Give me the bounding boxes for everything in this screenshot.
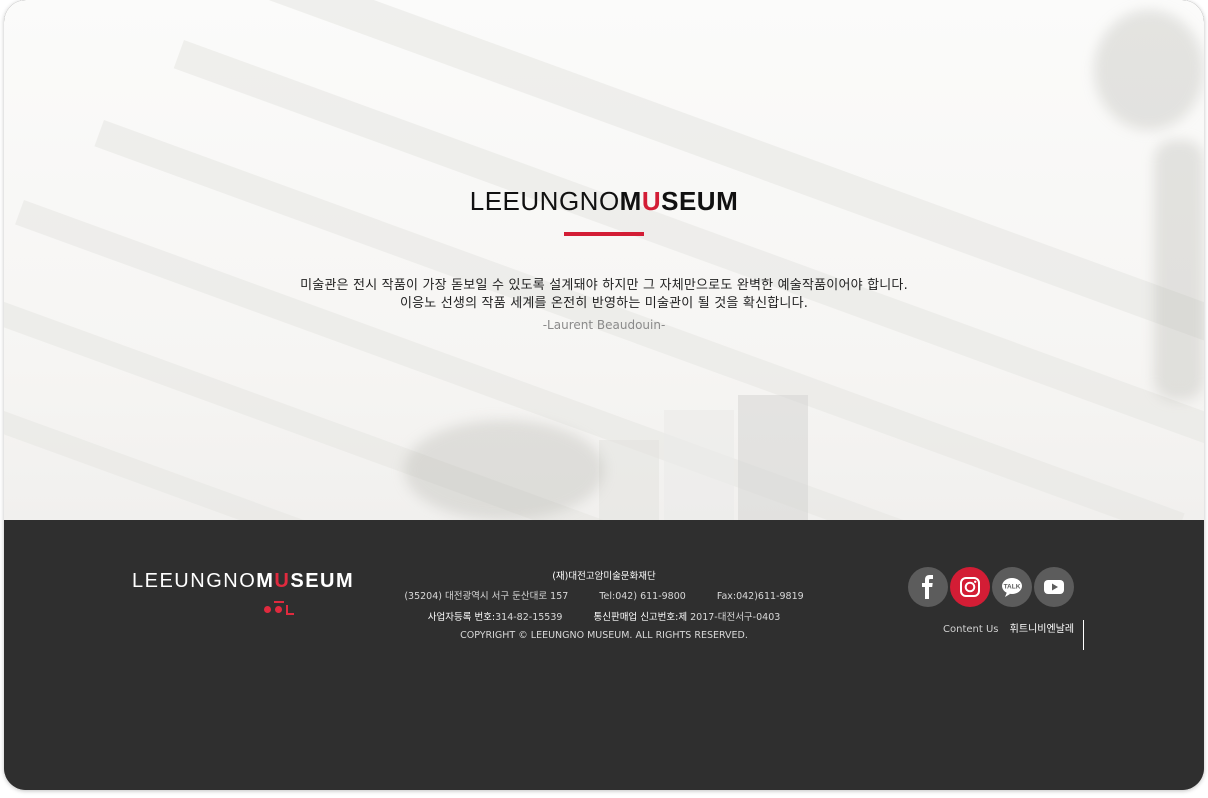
quote-author: -Laurent Beaudouin- xyxy=(542,318,666,332)
bg-building xyxy=(664,410,734,520)
instagram-icon xyxy=(960,577,980,597)
hero-divider xyxy=(564,232,644,236)
kakaotalk-icon: TALK xyxy=(1002,578,1022,597)
contact-us-link[interactable]: Content Us xyxy=(943,624,998,635)
facebook-button[interactable] xyxy=(908,567,948,607)
hero-logo-part3: U xyxy=(641,186,662,216)
footer-fax: Fax:042)611-9819 xyxy=(716,591,804,602)
footer-mailorder-label: 통신판매업 신고번호:제 xyxy=(593,612,691,623)
youtube-icon xyxy=(1044,580,1064,594)
footer-copyright: COPYRIGHT © LEEUNGNO MUSEUM. ALL RIGHTS … xyxy=(460,630,748,641)
page-frame: LEEUNGNOMUSEUM 미술관은 전시 작품이 가장 돋보일 수 있도록 … xyxy=(4,0,1204,790)
hero-section: LEEUNGNOMUSEUM 미술관은 전시 작품이 가장 돋보일 수 있도록 … xyxy=(4,0,1204,520)
footer-links: Content Us 휘트니비엔날레 xyxy=(943,620,1085,650)
bg-tree xyxy=(404,420,604,520)
facebook-icon xyxy=(922,575,933,599)
footer-tel: Tel:042) 611-9800 xyxy=(599,591,686,602)
bg-tree xyxy=(1154,140,1204,400)
bg-building xyxy=(599,440,659,520)
footer-org-name: (재)대전고암미술문화재단 xyxy=(552,571,656,582)
quote-line-2: 이응노 선생의 작품 세계를 온전히 반영하는 미술관이 될 것을 확신합니다. xyxy=(399,296,809,311)
bg-building xyxy=(738,395,808,520)
bg-tree xyxy=(1094,10,1204,130)
hero-logo-part1: LEEUNGNO xyxy=(469,186,620,216)
bg-beam xyxy=(173,40,1204,445)
youtube-button[interactable] xyxy=(1034,567,1074,607)
hero-logo-part4: SEUM xyxy=(661,186,739,216)
hero-logo-part2: M xyxy=(619,186,642,216)
credit-link[interactable]: 휘트니비엔날레 xyxy=(1010,620,1074,635)
footer-mailorder-no: 2017-대전서구-0403 xyxy=(690,612,781,623)
quote-line-1: 미술관은 전시 작품이 가장 돋보일 수 있도록 설계돼야 하지만 그 자체만으… xyxy=(300,278,908,293)
footer-biz-label: 사업자등록 번호: xyxy=(427,612,496,623)
kakaotalk-label: TALK xyxy=(1004,584,1021,591)
footer-address: (35204) 대전광역시 서구 둔산대로 157 xyxy=(404,591,569,602)
instagram-button[interactable] xyxy=(950,567,990,607)
footer-divider xyxy=(1083,620,1085,650)
footer: LEEUNGNOMUSEUM (재)대전고암미술문화재단 (35204) 대전광… xyxy=(4,520,1204,790)
footer-biz-no: 314-82-15539 xyxy=(495,612,563,623)
kakaotalk-button[interactable]: TALK xyxy=(992,567,1032,607)
hero-logo: LEEUNGNOMUSEUM xyxy=(4,186,1204,217)
